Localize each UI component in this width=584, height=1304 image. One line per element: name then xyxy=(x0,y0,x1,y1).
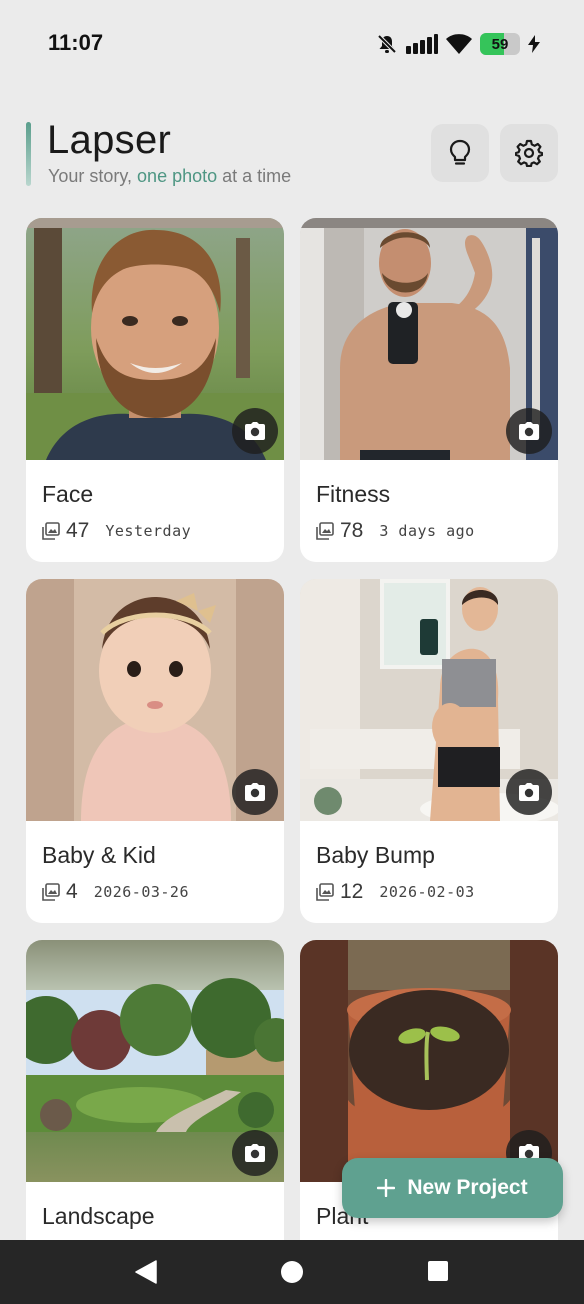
tagline-start: Your story, xyxy=(48,166,138,186)
app-tagline: Your story, one photo at a time xyxy=(48,166,291,187)
new-project-label: New Project xyxy=(407,1176,528,1199)
project-name: Baby & Kid xyxy=(42,842,156,868)
signal-icon xyxy=(406,34,438,54)
plus-icon xyxy=(377,1179,396,1197)
project-name: Landscape xyxy=(42,1203,155,1229)
camera-icon xyxy=(245,1144,265,1162)
project-card-baby-kid[interactable]: Baby & Kid 4 2026-03-26 xyxy=(26,579,284,923)
project-name: Fitness xyxy=(316,481,391,507)
tips-button[interactable] xyxy=(431,124,489,182)
gallery-icon xyxy=(316,883,334,901)
project-thumbnail xyxy=(26,579,284,821)
project-card-baby-bump[interactable]: Baby Bump 12 2026-02-03 xyxy=(300,579,558,923)
project-card-fitness[interactable]: Fitness 78 3 days ago xyxy=(300,218,558,562)
photo-count: 4 xyxy=(66,880,78,903)
gallery-icon xyxy=(42,883,60,901)
brand-accent-bar xyxy=(26,122,31,186)
project-meta: 78 3 days ago xyxy=(316,519,475,543)
status-icons: 59 xyxy=(376,30,540,58)
project-thumbnail xyxy=(300,940,558,1182)
capture-photo-button[interactable] xyxy=(232,1130,278,1176)
back-icon[interactable] xyxy=(134,1260,158,1284)
project-card-landscape[interactable]: Landscape xyxy=(26,940,284,1240)
system-nav-bar xyxy=(0,1240,584,1304)
tagline-end: at a time xyxy=(217,166,292,186)
wifi-icon xyxy=(446,34,472,54)
capture-photo-button[interactable] xyxy=(232,769,278,815)
camera-icon xyxy=(519,783,539,801)
project-name: Baby Bump xyxy=(316,842,435,868)
project-thumbnail xyxy=(26,940,284,1182)
mute-icon xyxy=(377,34,397,54)
project-thumbnail xyxy=(26,218,284,460)
photo-count: 47 xyxy=(66,519,90,542)
project-name: Face xyxy=(42,481,94,507)
capture-photo-button[interactable] xyxy=(232,408,278,454)
project-thumbnail xyxy=(300,218,558,460)
status-time: 11:07 xyxy=(48,30,104,55)
project-meta: 12 2026-02-03 xyxy=(316,880,475,904)
camera-icon xyxy=(245,783,265,801)
last-photo-date: 2026-02-03 xyxy=(379,883,475,901)
project-meta: 4 2026-03-26 xyxy=(42,880,189,904)
project-meta: 47 Yesterday xyxy=(42,519,191,543)
capture-photo-button[interactable] xyxy=(506,769,552,815)
app-header: Lapser Your story, one photo at a time xyxy=(26,118,560,192)
gallery-icon xyxy=(316,522,334,540)
tagline-accent: one photo xyxy=(137,166,218,186)
home-icon[interactable] xyxy=(280,1260,304,1284)
project-thumbnail xyxy=(300,579,558,821)
recents-icon[interactable] xyxy=(427,1260,449,1282)
camera-icon xyxy=(519,422,539,440)
last-photo-date: Yesterday xyxy=(105,522,192,540)
new-project-button[interactable]: New Project xyxy=(342,1158,563,1218)
charging-icon xyxy=(528,35,540,53)
project-card-face[interactable]: Face 47 Yesterday xyxy=(26,218,284,562)
lightbulb-icon xyxy=(449,139,471,165)
settings-button[interactable] xyxy=(500,124,558,182)
photo-count: 78 xyxy=(340,519,364,542)
app-title: Lapser xyxy=(47,118,172,162)
gallery-icon xyxy=(42,522,60,540)
capture-photo-button[interactable] xyxy=(506,408,552,454)
last-photo-date: 3 days ago xyxy=(379,522,475,540)
camera-icon xyxy=(245,422,265,440)
status-bar: 11:07 59 xyxy=(0,0,584,88)
battery-level: 59 xyxy=(491,35,509,53)
gear-icon xyxy=(515,139,543,167)
last-photo-date: 2026-03-26 xyxy=(93,883,189,901)
battery-icon: 59 xyxy=(480,33,520,55)
photo-count: 12 xyxy=(340,880,364,903)
